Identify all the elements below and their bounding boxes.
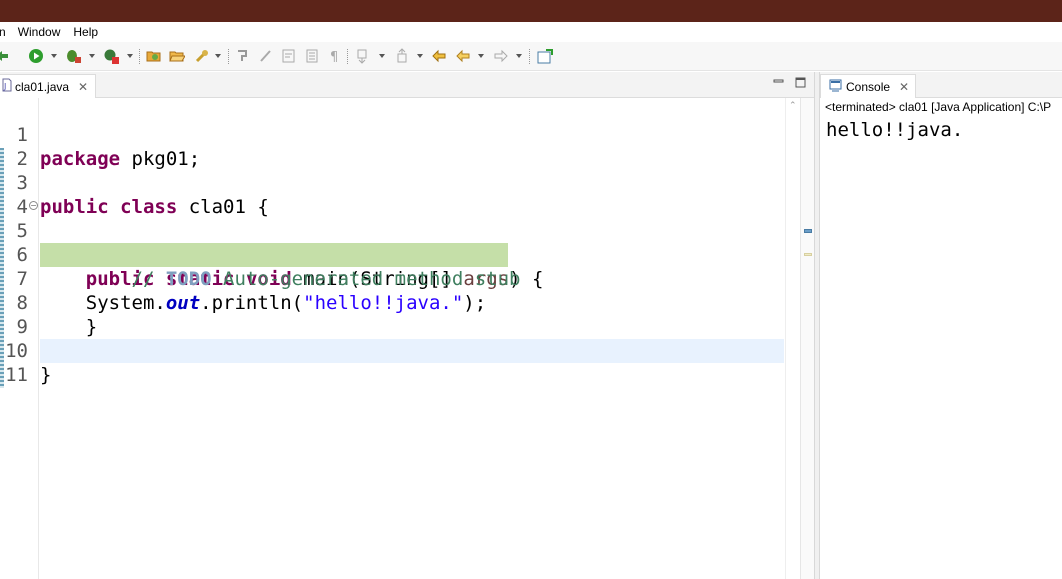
toolbar-separator — [347, 49, 348, 64]
run-dropdown-icon[interactable] — [51, 54, 57, 58]
toolbar-separator — [228, 49, 229, 64]
menu-bar: n Window Help — [0, 22, 1062, 42]
search-icon[interactable] — [194, 48, 210, 64]
show-whitespace-icon[interactable]: ¶ — [326, 48, 342, 64]
forward-dropdown-icon[interactable] — [516, 54, 522, 58]
code-line: 5 − public static void main(String[] arg… — [0, 195, 784, 290]
toggle-breadcrumb-icon[interactable] — [258, 48, 274, 64]
java-file-icon: J — [2, 78, 12, 95]
menu-run[interactable]: n — [0, 25, 6, 39]
task-marker[interactable] — [804, 229, 812, 233]
menu-window[interactable]: Window — [18, 25, 61, 39]
next-annotation-dropdown-icon[interactable] — [379, 54, 385, 58]
code-line: 10 } — [0, 315, 784, 386]
vertical-scrollbar[interactable]: ⌃ — [785, 98, 799, 579]
search-dropdown-icon[interactable] — [215, 54, 221, 58]
run-history-icon[interactable] — [0, 48, 10, 64]
maximize-icon[interactable] — [795, 77, 806, 88]
run-icon[interactable] — [28, 48, 44, 64]
last-edit-location-icon[interactable] — [431, 48, 447, 64]
debug-dropdown-icon[interactable] — [89, 54, 95, 58]
open-type-icon[interactable] — [146, 48, 162, 64]
console-output-text: hello!!java. — [826, 119, 964, 141]
code-line: 2 — [0, 123, 784, 170]
menu-help[interactable]: Help — [73, 25, 98, 39]
previous-annotation-icon[interactable] — [395, 48, 411, 64]
code-editor[interactable]: 1 package pkg01; 2 3 public class cla01 … — [0, 98, 814, 579]
code-line: 9 — [0, 291, 784, 338]
next-annotation-icon[interactable] — [355, 48, 371, 64]
console-output-area[interactable]: hello!!java. — [820, 116, 1062, 579]
code-line: 8 } — [0, 267, 784, 338]
svg-text:¶: ¶ — [330, 50, 338, 64]
svg-text:J: J — [3, 82, 6, 91]
tab-console[interactable]: Console ✕ — [820, 74, 916, 98]
tab-label: Console — [846, 79, 891, 94]
debug-icon[interactable] — [65, 48, 81, 64]
occurrence-marker[interactable] — [804, 253, 812, 256]
editor-tab-bar: J cla01.java ✕ — [0, 72, 814, 98]
code-line: 1 package pkg01; — [0, 99, 784, 170]
back-dropdown-icon[interactable] — [478, 54, 484, 58]
overview-ruler[interactable] — [800, 98, 814, 579]
toggle-mark-occurrences-icon[interactable] — [234, 48, 250, 64]
console-tab-bar: Console ✕ — [820, 72, 1062, 98]
close-icon[interactable]: ✕ — [78, 81, 88, 93]
window-title-bar — [0, 0, 1062, 22]
minimize-icon[interactable] — [773, 77, 784, 88]
tab-cla01-java[interactable]: J cla01.java ✕ — [0, 74, 96, 98]
tab-label: cla01.java — [15, 79, 70, 94]
open-folder-icon[interactable] — [169, 48, 185, 64]
external-tools-icon[interactable] — [103, 48, 119, 64]
pin-editor-icon[interactable] — [537, 48, 553, 64]
word-wrap-icon[interactable] — [281, 48, 297, 64]
block-selection-icon[interactable] — [304, 48, 320, 64]
toolbar-separator — [529, 49, 530, 64]
close-icon[interactable]: ✕ — [899, 81, 909, 93]
console-icon — [829, 79, 842, 95]
back-icon[interactable] — [455, 48, 471, 64]
forward-icon[interactable] — [493, 48, 509, 64]
code-line: 4 — [0, 171, 784, 218]
fold-collapse-icon[interactable]: − — [29, 201, 38, 210]
line-number: 11 — [5, 364, 28, 386]
code-line: 3 public class cla01 { — [0, 147, 784, 218]
previous-annotation-dropdown-icon[interactable] — [417, 54, 423, 58]
toolbar-separator — [139, 49, 140, 64]
code-line: 11 — [0, 339, 784, 386]
code-line: 6 // TODO Auto-generated method stub — [0, 219, 784, 290]
console-process-label: <terminated> cla01 [Java Application] C:… — [820, 98, 1062, 116]
code-line: 7 System.out.println("hello!!java."); — [0, 243, 784, 314]
main-toolbar: ¶ — [0, 42, 1062, 71]
external-tools-dropdown-icon[interactable] — [127, 54, 133, 58]
scroll-up-icon[interactable]: ⌃ — [789, 101, 797, 110]
